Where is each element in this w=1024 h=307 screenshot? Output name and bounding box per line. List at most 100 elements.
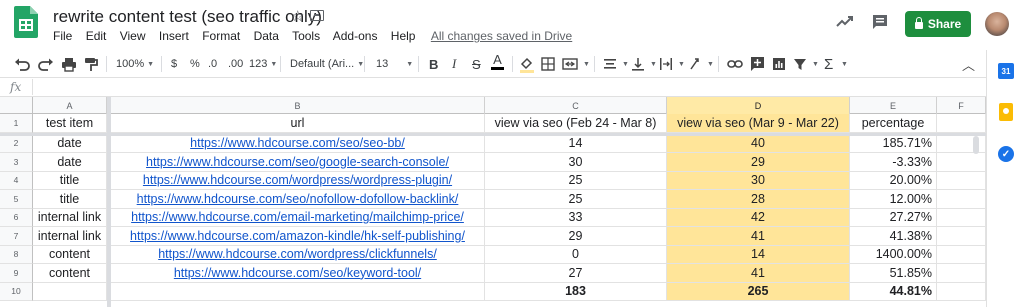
row-header-2[interactable]: 2 [0, 134, 33, 153]
column-header-d[interactable]: D [667, 97, 850, 114]
calendar-icon[interactable]: 31 [998, 63, 1014, 79]
activity-trend-icon[interactable] [836, 14, 854, 28]
frozen-column-divider[interactable] [107, 97, 111, 307]
undo-icon[interactable] [14, 55, 30, 73]
url-link[interactable]: https://www.hdcourse.com/seo/google-sear… [146, 155, 449, 169]
row-header-8[interactable]: 8 [0, 245, 33, 264]
views-after-cell[interactable]: 41 [667, 264, 850, 283]
caret-down-icon[interactable]: ▼ [812, 55, 819, 73]
menu-help[interactable]: Help [391, 29, 416, 43]
column-header-b[interactable]: B [111, 97, 485, 114]
menu-insert[interactable]: Insert [159, 29, 189, 43]
test-item-cell[interactable]: date [33, 134, 107, 153]
vertical-scrollbar[interactable] [973, 136, 979, 154]
italic-button[interactable]: I [452, 55, 456, 73]
views-after-cell[interactable]: 40 [667, 134, 850, 153]
views-before-cell[interactable]: 27 [485, 264, 667, 283]
url-cell[interactable]: https://www.hdcourse.com/seo/nofollow-do… [111, 190, 485, 209]
url-link[interactable]: https://www.hdcourse.com/seo/nofollow-do… [137, 192, 459, 206]
url-link[interactable]: https://www.hdcourse.com/wordpress/click… [158, 247, 437, 261]
menu-data[interactable]: Data [254, 29, 279, 43]
views-before-cell[interactable]: 25 [485, 190, 667, 209]
strikethrough-button[interactable]: S [472, 55, 481, 73]
caret-down-icon[interactable]: ▼ [707, 55, 714, 73]
empty-cell[interactable] [33, 282, 107, 301]
url-cell[interactable]: https://www.hdcourse.com/wordpress/click… [111, 245, 485, 264]
empty-cell[interactable] [937, 227, 986, 246]
views-before-cell[interactable]: 29 [485, 227, 667, 246]
test-item-cell[interactable]: content [33, 264, 107, 283]
percentage-cell[interactable]: 41.38% [850, 227, 937, 246]
percentage-cell[interactable]: 12.00% [850, 190, 937, 209]
move-to-folder-icon[interactable] [310, 10, 324, 21]
vertical-align-icon[interactable] [631, 55, 645, 73]
menu-tools[interactable]: Tools [292, 29, 320, 43]
menu-addons[interactable]: Add-ons [333, 29, 378, 43]
caret-down-icon[interactable]: ▼ [583, 55, 590, 73]
text-rotation-icon[interactable] [688, 55, 702, 73]
percentage-cell[interactable]: -3.33% [850, 153, 937, 172]
select-all-corner[interactable] [0, 97, 33, 114]
menu-file[interactable]: File [53, 29, 72, 43]
empty-cell[interactable] [937, 114, 986, 133]
text-wrapping-icon[interactable] [659, 55, 673, 73]
row-header-3[interactable]: 3 [0, 153, 33, 172]
menu-format[interactable]: Format [202, 29, 240, 43]
test-item-cell[interactable]: date [33, 153, 107, 172]
menu-edit[interactable]: Edit [86, 29, 107, 43]
menu-view[interactable]: View [120, 29, 146, 43]
empty-cell[interactable] [937, 208, 986, 227]
row-header-7[interactable]: 7 [0, 227, 33, 246]
views-before-cell[interactable]: 33 [485, 208, 667, 227]
views-after-cell[interactable]: 14 [667, 245, 850, 264]
formula-input[interactable] [40, 80, 970, 95]
total-after-cell[interactable]: 265 [667, 282, 850, 301]
filter-icon[interactable] [793, 55, 807, 73]
font-size-select[interactable]: 13 ▼ [376, 55, 413, 73]
row-header-1[interactable]: 1 [0, 114, 33, 133]
star-icon[interactable]: ☆ [291, 7, 304, 25]
functions-icon[interactable]: Σ [824, 55, 833, 73]
url-link[interactable]: https://www.hdcourse.com/email-marketing… [131, 210, 464, 224]
insert-chart-icon[interactable] [772, 55, 786, 73]
column-header-a[interactable]: A [33, 97, 107, 114]
zoom-select[interactable]: 100% ▼ [116, 55, 154, 73]
test-item-cell[interactable]: title [33, 190, 107, 209]
url-cell[interactable]: https://www.hdcourse.com/amazon-kindle/h… [111, 227, 485, 246]
share-button[interactable]: Share [905, 11, 971, 37]
column-header-c[interactable]: C [485, 97, 667, 114]
empty-cell[interactable] [937, 153, 986, 172]
text-color-button[interactable]: A [491, 53, 504, 71]
percent-format-button[interactable]: % [190, 55, 200, 73]
url-cell[interactable]: https://www.hdcourse.com/seo/seo-bb/ [111, 134, 485, 153]
insert-link-icon[interactable] [727, 55, 743, 73]
fill-color-icon[interactable] [519, 55, 535, 73]
total-percentage-cell[interactable]: 44.81% [850, 282, 937, 301]
decrease-decimals-button[interactable]: .0 [208, 55, 217, 73]
header-cell-a[interactable]: test item [33, 114, 107, 133]
url-link[interactable]: https://www.hdcourse.com/wordpress/wordp… [143, 173, 452, 187]
paint-format-icon[interactable] [84, 55, 98, 73]
print-icon[interactable] [61, 55, 77, 73]
url-link[interactable]: https://www.hdcourse.com/seo/keyword-too… [174, 266, 421, 280]
percentage-cell[interactable]: 51.85% [850, 264, 937, 283]
header-cell-e[interactable]: percentage [850, 114, 937, 133]
caret-down-icon[interactable]: ▼ [622, 55, 629, 73]
url-cell[interactable]: https://www.hdcourse.com/seo/google-sear… [111, 153, 485, 172]
horizontal-align-icon[interactable] [603, 55, 617, 73]
views-before-cell[interactable]: 14 [485, 134, 667, 153]
percentage-cell[interactable]: 20.00% [850, 171, 937, 190]
frozen-row-divider[interactable] [0, 132, 986, 136]
merge-cells-icon[interactable] [562, 55, 578, 73]
views-after-cell[interactable]: 28 [667, 190, 850, 209]
views-after-cell[interactable]: 41 [667, 227, 850, 246]
row-header-9[interactable]: 9 [0, 264, 33, 283]
comments-icon[interactable] [872, 14, 888, 30]
empty-cell[interactable] [111, 282, 485, 301]
header-cell-b[interactable]: url [111, 114, 485, 133]
total-before-cell[interactable]: 183 [485, 282, 667, 301]
borders-icon[interactable] [541, 55, 555, 73]
url-cell[interactable]: https://www.hdcourse.com/email-marketing… [111, 208, 485, 227]
tasks-icon[interactable]: ✓ [998, 146, 1014, 162]
views-after-cell[interactable]: 30 [667, 171, 850, 190]
